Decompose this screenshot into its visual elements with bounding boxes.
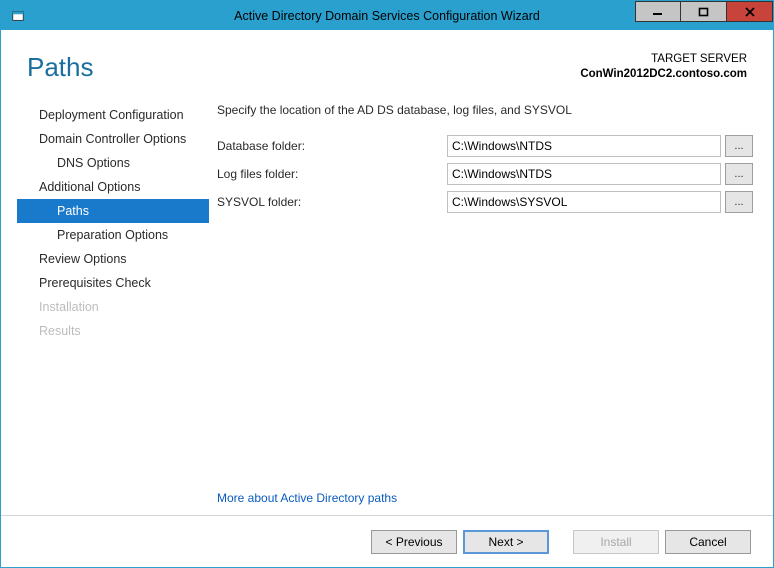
app-icon [6,4,30,28]
sidebar: Deployment Configuration Domain Controll… [17,103,209,515]
sidebar-item-results: Results [17,319,209,343]
titlebar: Active Directory Domain Services Configu… [1,1,773,30]
sysvol-folder-input[interactable] [447,191,721,213]
more-about-paths-link[interactable]: More about Active Directory paths [217,491,397,505]
sidebar-item-prerequisites-check[interactable]: Prerequisites Check [17,271,209,295]
sidebar-item-preparation-options[interactable]: Preparation Options [17,223,209,247]
sidebar-item-additional-options[interactable]: Additional Options [17,175,209,199]
main-panel: Specify the location of the AD DS databa… [209,103,753,515]
cancel-button[interactable]: Cancel [665,530,751,554]
sysvol-folder-row: SYSVOL folder: ... [217,191,753,213]
next-button[interactable]: Next > [463,530,549,554]
sidebar-item-domain-controller-options[interactable]: Domain Controller Options [17,127,209,151]
target-server-block: TARGET SERVER ConWin2012DC2.contoso.com [580,52,747,82]
sidebar-item-installation: Installation [17,295,209,319]
previous-button[interactable]: < Previous [371,530,457,554]
database-folder-label: Database folder: [217,139,447,153]
database-folder-input[interactable] [447,135,721,157]
database-folder-row: Database folder: ... [217,135,753,157]
maximize-button[interactable] [681,1,727,22]
target-server-name: ConWin2012DC2.contoso.com [580,67,747,82]
body-row: Deployment Configuration Domain Controll… [1,83,773,515]
sidebar-item-dns-options[interactable]: DNS Options [17,151,209,175]
log-files-folder-input[interactable] [447,163,721,185]
log-files-folder-label: Log files folder: [217,167,447,181]
sysvol-folder-browse-button[interactable]: ... [725,191,753,213]
close-icon [744,7,756,17]
database-folder-browse-button[interactable]: ... [725,135,753,157]
sysvol-folder-label: SYSVOL folder: [217,195,447,209]
header-row: Paths TARGET SERVER ConWin2012DC2.contos… [1,30,773,83]
log-files-folder-browse-button[interactable]: ... [725,163,753,185]
install-button: Install [573,530,659,554]
page-title: Paths [27,52,94,83]
sidebar-item-paths[interactable]: Paths [17,199,209,223]
sidebar-item-review-options[interactable]: Review Options [17,247,209,271]
footer: < Previous Next > Install Cancel [1,515,773,567]
content: Paths TARGET SERVER ConWin2012DC2.contos… [1,30,773,567]
minimize-button[interactable] [635,1,681,22]
minimize-icon [652,7,664,17]
window: Active Directory Domain Services Configu… [0,0,774,568]
target-server-label: TARGET SERVER [580,52,747,67]
instructions-text: Specify the location of the AD DS databa… [217,103,753,117]
maximize-icon [698,7,710,17]
window-controls [635,1,773,30]
log-files-folder-row: Log files folder: ... [217,163,753,185]
sidebar-item-deployment-configuration[interactable]: Deployment Configuration [17,103,209,127]
close-button[interactable] [727,1,773,22]
